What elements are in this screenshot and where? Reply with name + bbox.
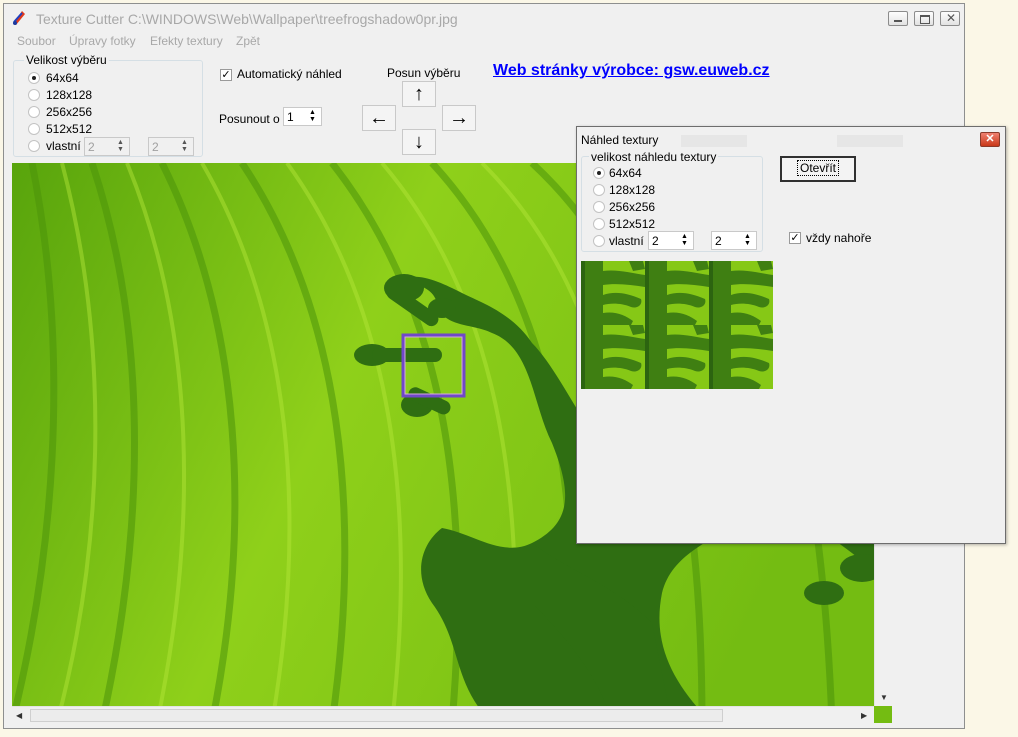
restore-icon [920,15,930,24]
preview-radio-256-label: 256x256 [609,200,656,214]
minimize-icon [894,20,902,22]
menu-texture-effects[interactable]: Efekty textury [150,34,223,48]
arrow-down-icon: ↓ [414,131,424,153]
auto-preview-label: Automatický náhled [237,67,342,81]
stepper-arrows-icon[interactable]: ▲ ▼ [677,233,692,248]
preview-radio-256[interactable] [593,201,605,213]
move-down-button[interactable]: ↓ [402,129,436,155]
minimize-button[interactable] [888,11,908,26]
tiled-texture [581,261,773,389]
preview-width-stepper[interactable]: 2 ▲ ▼ [648,231,694,250]
menu-bar: Soubor Úpravy fotky Efekty textury Zpět [4,32,964,52]
radio-128[interactable] [28,89,40,101]
shift-value: 1 [287,110,294,124]
radio-64-label: 64x64 [46,71,79,85]
close-icon: ✕ [946,11,957,25]
preview-radio-128-label: 128x128 [609,183,656,197]
shift-label: Posunout o [219,112,280,126]
preview-radio-64[interactable] [593,167,605,179]
radio-custom[interactable] [28,140,40,152]
shift-stepper[interactable]: 1 ▲ ▼ [283,107,322,126]
app-icon [13,11,25,25]
arrow-right-icon: → [449,107,469,129]
scroll-down-icon[interactable]: ▼ [880,693,888,702]
radio-512-label: 512x512 [46,122,93,136]
preview-height-value: 2 [715,234,722,248]
scroll-right-icon[interactable]: ▶ [861,711,867,720]
preview-radio-512-label: 512x512 [609,217,656,231]
move-selection-label: Posun výběru [387,66,461,80]
radio-256-label: 256x256 [46,105,93,119]
selection-size-legend: Velikost výběru [24,53,109,67]
texture-preview [581,261,773,389]
radio-256[interactable] [28,106,40,118]
stepper-arrows-icon[interactable]: ▲ ▼ [740,233,755,248]
menu-back[interactable]: Zpět [236,34,260,48]
preview-radio-512[interactable] [593,218,605,230]
custom-height-stepper[interactable]: 2 ▲ ▼ [148,137,194,156]
stepper-arrows-icon[interactable]: ▲ ▼ [177,139,192,154]
dialog-close-button[interactable]: ✕ [980,132,1000,147]
horizontal-scrollbar[interactable]: ◀ ▶ [12,706,874,724]
close-icon: ✕ [985,133,995,145]
radio-512[interactable] [28,123,40,135]
menu-file[interactable]: Soubor [17,34,56,48]
title-blur [681,135,747,147]
horizontal-scroll-thumb[interactable] [30,709,723,722]
move-right-button[interactable]: → [442,105,476,131]
move-up-button[interactable]: ↑ [402,81,436,107]
preview-size-group: velikost náhledu textury 64x64 128x128 2… [581,150,763,252]
stepper-arrows-icon[interactable]: ▲ ▼ [305,109,320,124]
selection-size-group: Velikost výběru 64x64 128x128 256x256 51… [13,53,203,157]
arrow-left-icon: ← [369,107,389,129]
auto-preview-checkbox[interactable]: ✓ [220,69,232,81]
preview-height-stepper[interactable]: 2 ▲ ▼ [711,231,757,250]
title-blur [837,135,903,147]
move-left-button[interactable]: ← [362,105,396,131]
radio-128-label: 128x128 [46,88,93,102]
custom-width-value: 2 [88,140,95,154]
open-button-label: Otevřít [796,160,839,176]
menu-photo-edits[interactable]: Úpravy fotky [69,34,136,48]
custom-height-value: 2 [152,140,159,154]
manufacturer-link[interactable]: Web stránky výrobce: gsw.euweb.cz [493,62,770,80]
always-on-top-label: vždy nahoře [806,231,872,245]
close-button[interactable]: ✕ [940,11,960,26]
stepper-arrows-icon[interactable]: ▲ ▼ [113,139,128,154]
always-on-top-checkbox[interactable]: ✓ [789,232,801,244]
preview-radio-64-label: 64x64 [609,166,642,180]
radio-custom-label: vlastní [46,139,81,153]
open-button[interactable]: Otevřít [780,156,856,182]
dialog-title: Náhled textury [581,133,659,147]
preview-radio-custom[interactable] [593,235,605,247]
preview-width-value: 2 [652,234,659,248]
arrow-up-icon: ↑ [414,83,424,105]
window-title: Texture Cutter C:\WINDOWS\Web\Wallpaper\… [36,11,458,27]
title-bar[interactable]: Texture Cutter C:\WINDOWS\Web\Wallpaper\… [4,4,964,32]
radio-64[interactable] [28,72,40,84]
restore-button[interactable] [914,11,934,26]
preview-radio-128[interactable] [593,184,605,196]
preview-size-legend: velikost náhledu textury [589,150,719,164]
custom-width-stepper[interactable]: 2 ▲ ▼ [84,137,130,156]
scroll-left-icon[interactable]: ◀ [16,711,22,720]
preview-radio-custom-label: vlastní [609,234,644,248]
texture-preview-dialog: Náhled textury ✕ velikost náhledu textur… [576,126,1006,544]
